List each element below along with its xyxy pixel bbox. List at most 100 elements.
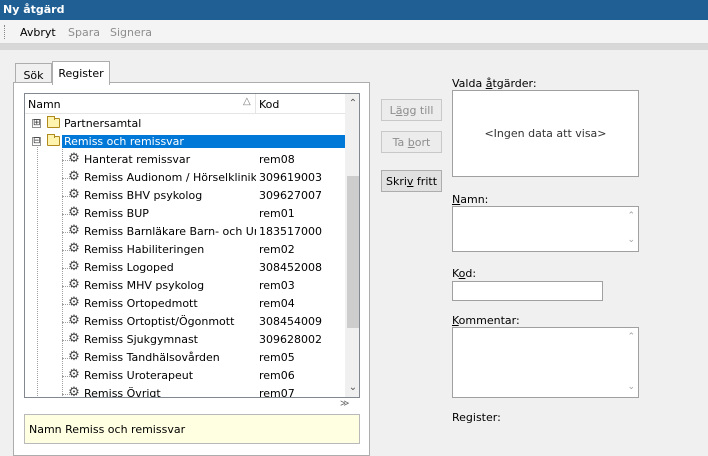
tab-register[interactable]: Register [52, 61, 110, 85]
item-label: Remiss Sjukgymnast [84, 333, 198, 346]
list-item[interactable]: ⚙ Remiss Audionom / Hörselklinik / Ö... … [25, 169, 345, 187]
cancel-button[interactable]: Avbryt [20, 26, 56, 39]
remove-button-mnemonic: b [407, 136, 415, 149]
item-code: rem04 [259, 297, 295, 310]
remove-button[interactable]: Ta bort [381, 131, 442, 153]
scroll-down-icon[interactable]: ⌄ [627, 382, 635, 392]
comment-label-mnemonic: K [452, 314, 459, 327]
comment-label-post: ommentar: [458, 314, 520, 327]
list-item[interactable]: ⚙ Remiss Ortoptist/Ögonmott 308454009 [25, 313, 345, 331]
action-gear-icon: ⚙ [68, 295, 80, 310]
selection-info-box: Namn Remiss och remissvar [24, 414, 360, 444]
item-code: rem03 [259, 279, 295, 292]
tree-node-label: Partnersamtal [64, 117, 142, 130]
selected-label-post: tgärder: [492, 77, 537, 90]
item-label: Remiss Audionom / Hörselklinik / Ö... [84, 171, 256, 184]
code-field[interactable] [452, 281, 603, 301]
add-button-label-post: gg till [402, 104, 434, 117]
item-label: Remiss MHV psykolog [84, 279, 205, 292]
item-code: rem08 [259, 153, 295, 166]
action-gear-icon: ⚙ [68, 205, 80, 220]
name-label-mnemonic: N [452, 193, 461, 206]
item-code: rem07 [259, 387, 295, 398]
remove-button-label-post: ort [414, 136, 431, 149]
item-code: 308454009 [259, 315, 322, 328]
tree-vertical-scrollbar[interactable]: ⌃ ⌄ [345, 94, 359, 397]
list-item[interactable]: ⚙ Remiss Barnläkare Barn- och Ungd... 18… [25, 223, 345, 241]
toolbar-grip[interactable] [4, 25, 7, 39]
register-label: Register: [452, 411, 501, 424]
list-item[interactable]: ⚙ Remiss Tandhälsovården rem05 [25, 349, 345, 367]
scroll-up-icon[interactable]: ⌃ [627, 332, 635, 342]
main-content: Sök Register Namn △ Kod ⊞ Partnersamtal … [0, 50, 708, 456]
item-label: Remiss Habiliteringen [84, 243, 205, 256]
item-label: Remiss Barnläkare Barn- och Ungd... [84, 225, 256, 238]
scroll-up-icon[interactable]: ⌃ [627, 211, 635, 221]
action-gear-icon: ⚙ [68, 349, 80, 364]
item-label: Remiss Logoped [84, 261, 174, 274]
expand-panel-chevron-icon[interactable]: ≫ [340, 399, 349, 409]
item-code: rem06 [259, 369, 295, 382]
list-item[interactable]: ⚙ Remiss BUP rem01 [25, 205, 345, 223]
toolbar: Avbryt Spara Signera [0, 20, 708, 44]
folder-open-icon [47, 134, 60, 146]
item-code: 309627007 [259, 189, 322, 202]
item-label: Remiss Ortopedmott [84, 297, 198, 310]
column-divider[interactable] [255, 94, 256, 114]
list-item[interactable]: ⚙ Hanterat remissvar rem08 [25, 151, 345, 169]
action-gear-icon: ⚙ [68, 367, 80, 382]
name-field[interactable]: ⌃ ⌄ [452, 206, 639, 252]
empty-placeholder: <Ingen data att visa> [484, 127, 607, 140]
column-header-code[interactable]: Kod [259, 98, 279, 111]
item-label: Remiss BUP [84, 207, 149, 220]
comment-label: Kommentar: [452, 314, 520, 327]
code-label-post: d: [465, 267, 477, 280]
item-code: 183517000 [259, 225, 322, 238]
action-gear-icon: ⚙ [68, 277, 80, 292]
list-item[interactable]: ⚙ Remiss MHV psykolog rem03 [25, 277, 345, 295]
scroll-thumb[interactable] [347, 176, 359, 328]
expand-icon[interactable]: ⊞ [32, 119, 41, 128]
window-title: Ny åtgärd [0, 0, 708, 20]
collapse-icon[interactable]: ⊟ [32, 137, 41, 146]
sort-ascending-icon: △ [243, 96, 251, 107]
list-item[interactable]: ⚙ Remiss BHV psykolog 309627007 [25, 187, 345, 205]
action-gear-icon: ⚙ [68, 187, 80, 202]
list-item[interactable]: ⚙ Remiss Logoped 308452008 [25, 259, 345, 277]
write-free-button[interactable]: Skriv fritt [381, 170, 442, 192]
item-code: 308452008 [259, 261, 322, 274]
list-item[interactable]: ⚙ Remiss Sjukgymnast 309628002 [25, 331, 345, 349]
tree-node-partnersamtal[interactable]: ⊞ Partnersamtal [25, 115, 345, 133]
code-label: Kod: [452, 267, 476, 280]
register-tab-panel: Namn △ Kod ⊞ Partnersamtal ⊟ Remiss och … [13, 82, 370, 456]
action-gear-icon: ⚙ [68, 259, 80, 274]
scroll-down-icon[interactable]: ⌄ [627, 235, 635, 245]
item-label: Remiss Ortoptist/Ögonmott [84, 315, 235, 328]
tree-node-remiss-och-remissvar[interactable]: ⊟ Remiss och remissvar [25, 133, 345, 151]
scroll-down-icon[interactable]: ⌄ [348, 382, 358, 394]
sign-button[interactable]: Signera [110, 26, 152, 39]
save-button[interactable]: Spara [68, 26, 100, 39]
item-code: 309619003 [259, 171, 322, 184]
add-button[interactable]: Lägg till [381, 99, 442, 121]
list-item[interactable]: ⚙ Remiss Ortopedmott rem04 [25, 295, 345, 313]
remove-button-label-pre: Ta [392, 136, 408, 149]
list-item[interactable]: ⚙ Remiss Habiliteringen rem02 [25, 241, 345, 259]
action-gear-icon: ⚙ [68, 151, 80, 166]
comment-field[interactable]: ⌃ ⌄ [452, 327, 639, 398]
write-free-label-post: fritt [413, 175, 438, 188]
name-label-post: amn: [460, 193, 489, 206]
action-gear-icon: ⚙ [68, 331, 80, 346]
selected-actions-list[interactable]: <Ingen data att visa> [452, 90, 639, 177]
list-item[interactable]: ⚙ Remiss Uroterapeut rem06 [25, 367, 345, 385]
list-item[interactable]: ⚙ Remiss Övrigt rem07 [25, 385, 345, 398]
item-code: rem05 [259, 351, 295, 364]
item-label: Remiss BHV psykolog [84, 189, 203, 202]
register-tree[interactable]: Namn △ Kod ⊞ Partnersamtal ⊟ Remiss och … [24, 93, 360, 398]
item-code: rem02 [259, 243, 295, 256]
item-label: Remiss Övrigt [84, 387, 161, 398]
tree-node-label: Remiss och remissvar [62, 135, 345, 148]
scroll-up-icon[interactable]: ⌃ [348, 98, 358, 110]
column-header-name[interactable]: Namn [28, 98, 61, 111]
action-gear-icon: ⚙ [68, 241, 80, 256]
